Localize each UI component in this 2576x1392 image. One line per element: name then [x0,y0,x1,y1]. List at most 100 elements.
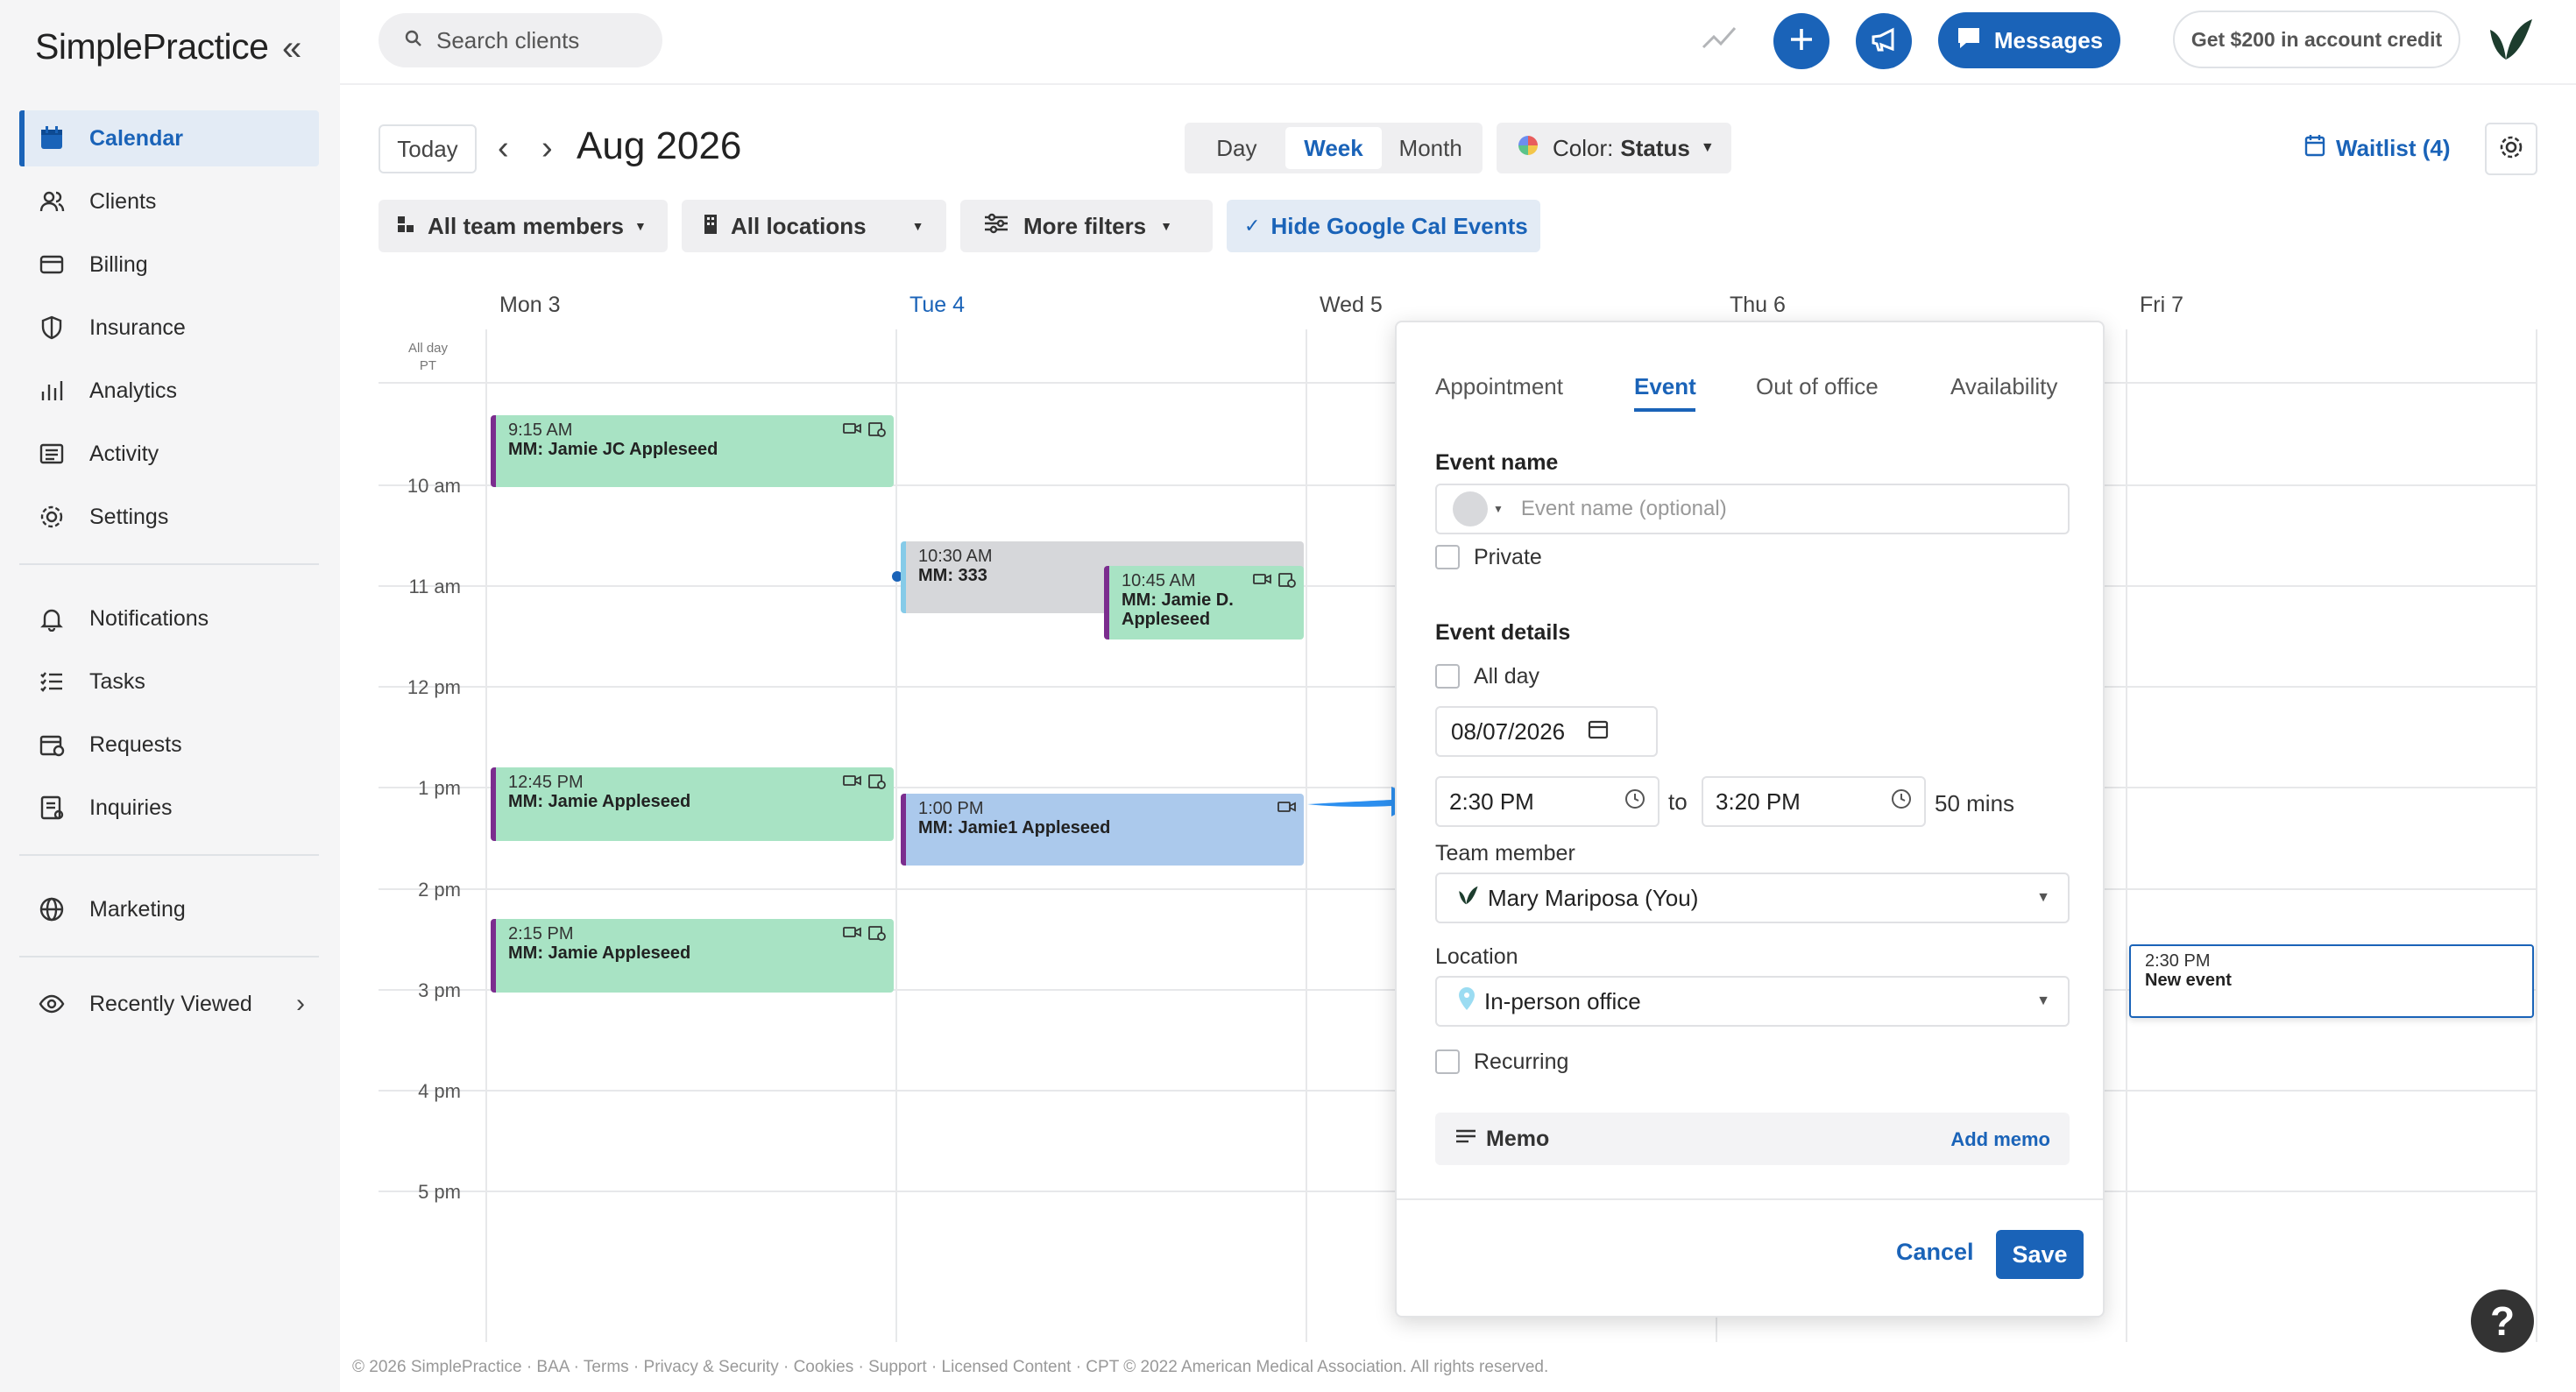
search-input[interactable]: Search clients [379,13,662,67]
avatar[interactable] [2485,16,2534,67]
gear-icon [37,502,67,532]
caret-down-icon: ▼ [1160,219,1173,233]
day-column-line [2126,329,2127,1342]
calendar-settings-button[interactable] [2485,123,2537,175]
sidebar-item-activity[interactable]: Activity [19,426,319,482]
account-credit-button[interactable]: Get $200 in account credit [2173,11,2460,68]
tab-out-of-office[interactable]: Out of office [1756,373,1879,400]
private-label: Private [1474,545,1542,569]
appointment-event[interactable]: 10:45 AM MM: Jamie D. Appleseed [1104,566,1304,639]
waitlist-label: Waitlist (4) [2336,135,2451,161]
more-filters-button[interactable]: More filters ▼ [960,200,1213,252]
locations-filter-label: All locations [731,212,867,239]
start-time-field[interactable]: 2:30 PM [1435,776,1660,827]
caret-down-icon: ▼ [633,219,647,233]
waitlist-link[interactable]: Waitlist (4) [2304,133,2450,164]
hour-label: 10 am [407,475,461,497]
save-button[interactable]: Save [1996,1230,2084,1279]
trend-icon[interactable] [1702,23,1737,57]
view-month[interactable]: Month [1382,127,1479,169]
color-by-dropdown[interactable]: Color: Status ▼ [1497,123,1731,173]
sidebar-item-requests[interactable]: Requests [19,717,319,773]
tasks-icon [37,667,67,696]
sidebar-item-label: Recently Viewed [89,991,252,1016]
today-button[interactable]: Today [379,124,477,173]
add-memo-link[interactable]: Add memo [1950,1128,2050,1151]
caret-down-icon: ▼ [2036,890,2050,905]
end-time-field[interactable]: 3:20 PM [1702,776,1926,827]
appointment-event[interactable]: 1:00 PM MM: Jamie1 Appleseed [901,794,1304,866]
sidebar-item-notifications[interactable]: Notifications [19,590,319,647]
sidebar-item-label: Settings [89,504,169,529]
sliders-icon [983,213,1009,240]
sidebar-divider [19,956,319,957]
sidebar-item-label: Billing [89,251,148,277]
event-time: 1:00 PM [918,799,984,818]
all-day-checkbox[interactable] [1435,664,1460,689]
add-button[interactable] [1773,13,1829,69]
appointment-event[interactable]: 2:15 PM MM: Jamie Appleseed [491,919,894,993]
help-button[interactable]: ? [2471,1290,2534,1353]
event-name-field[interactable]: ▼ Event name (optional) [1435,484,2070,534]
day-column-line [2536,329,2537,1342]
team-member-label: Team member [1435,841,1575,866]
memo-icon [1456,1128,1476,1148]
sidebar-item-inquiries[interactable]: Inquiries [19,780,319,836]
next-week-icon[interactable]: › [541,130,553,167]
event-name: MM: Jamie Appleseed [508,943,691,963]
day-column-line [485,329,487,1342]
globe-icon [37,894,67,924]
calendar-icon[interactable] [1588,718,1609,745]
announcements-button[interactable] [1856,13,1912,69]
sidebar-item-insurance[interactable]: Insurance [19,300,319,356]
event-time: 12:45 PM [508,773,584,792]
cancel-button[interactable]: Cancel [1896,1239,1974,1266]
event-time: 10:30 AM [918,547,993,566]
location-select[interactable]: In-person office ▼ [1435,976,2070,1027]
appointment-event[interactable]: 12:45 PM MM: Jamie Appleseed [491,767,894,841]
tab-event[interactable]: Event [1634,373,1696,400]
event-name: New event [2145,971,2232,990]
video-icon [1277,799,1297,818]
app-logo[interactable]: SimplePractice [35,26,269,67]
event-name: MM: Jamie Appleseed [508,792,691,811]
event-time: 2:15 PM [508,924,574,943]
sidebar-item-billing[interactable]: Billing [19,237,319,293]
sidebar-item-recently-viewed[interactable]: Recently Viewed › [19,976,319,1032]
date-value: 08/07/2026 [1451,717,1566,745]
video-icon [843,773,862,795]
billing-icon [37,250,67,279]
sidebar-item-calendar[interactable]: Calendar [19,110,319,166]
locations-filter[interactable]: All locations ▼ [682,200,946,252]
billing-status-icon [1277,571,1297,593]
new-event-popover: Appointment Event Out of office Availabi… [1395,321,2105,1318]
popover-footer-divider [1397,1198,2103,1200]
color-wheel-icon [1518,135,1539,162]
appointment-event[interactable]: 9:15 AM MM: Jamie JC Appleseed [491,415,894,487]
new-event-preview[interactable]: 2:30 PM New event [2129,944,2534,1018]
private-checkbox[interactable] [1435,545,1460,569]
sidebar-item-marketing[interactable]: Marketing [19,881,319,937]
messages-button[interactable]: Messages [1938,12,2120,68]
recurring-checkbox[interactable] [1435,1049,1460,1074]
event-color-picker[interactable] [1453,491,1488,526]
collapse-sidebar-icon[interactable]: « [282,28,301,68]
hide-google-cal-toggle[interactable]: ✓ Hide Google Cal Events [1227,200,1540,252]
to-label: to [1668,788,1688,815]
view-week[interactable]: Week [1284,127,1383,169]
sidebar-item-clients[interactable]: Clients [19,173,319,230]
team-member-select[interactable]: Mary Mariposa (You) ▼ [1435,873,2070,923]
tab-availability[interactable]: Availability [1950,373,2057,400]
event-time: 9:15 AM [508,420,573,440]
sidebar-item-tasks[interactable]: Tasks [19,654,319,710]
team-members-filter[interactable]: All team members ▼ [379,200,668,252]
gear-icon [2498,134,2524,165]
sidebar-item-settings[interactable]: Settings [19,489,319,545]
tab-appointment[interactable]: Appointment [1435,373,1563,400]
hour-label: 3 pm [418,979,461,1001]
day-column-line [1306,329,1307,1342]
date-field[interactable]: 08/07/2026 [1435,706,1658,757]
prev-week-icon[interactable]: ‹ [498,130,509,167]
sidebar-item-analytics[interactable]: Analytics [19,363,319,419]
view-day[interactable]: Day [1188,127,1285,169]
